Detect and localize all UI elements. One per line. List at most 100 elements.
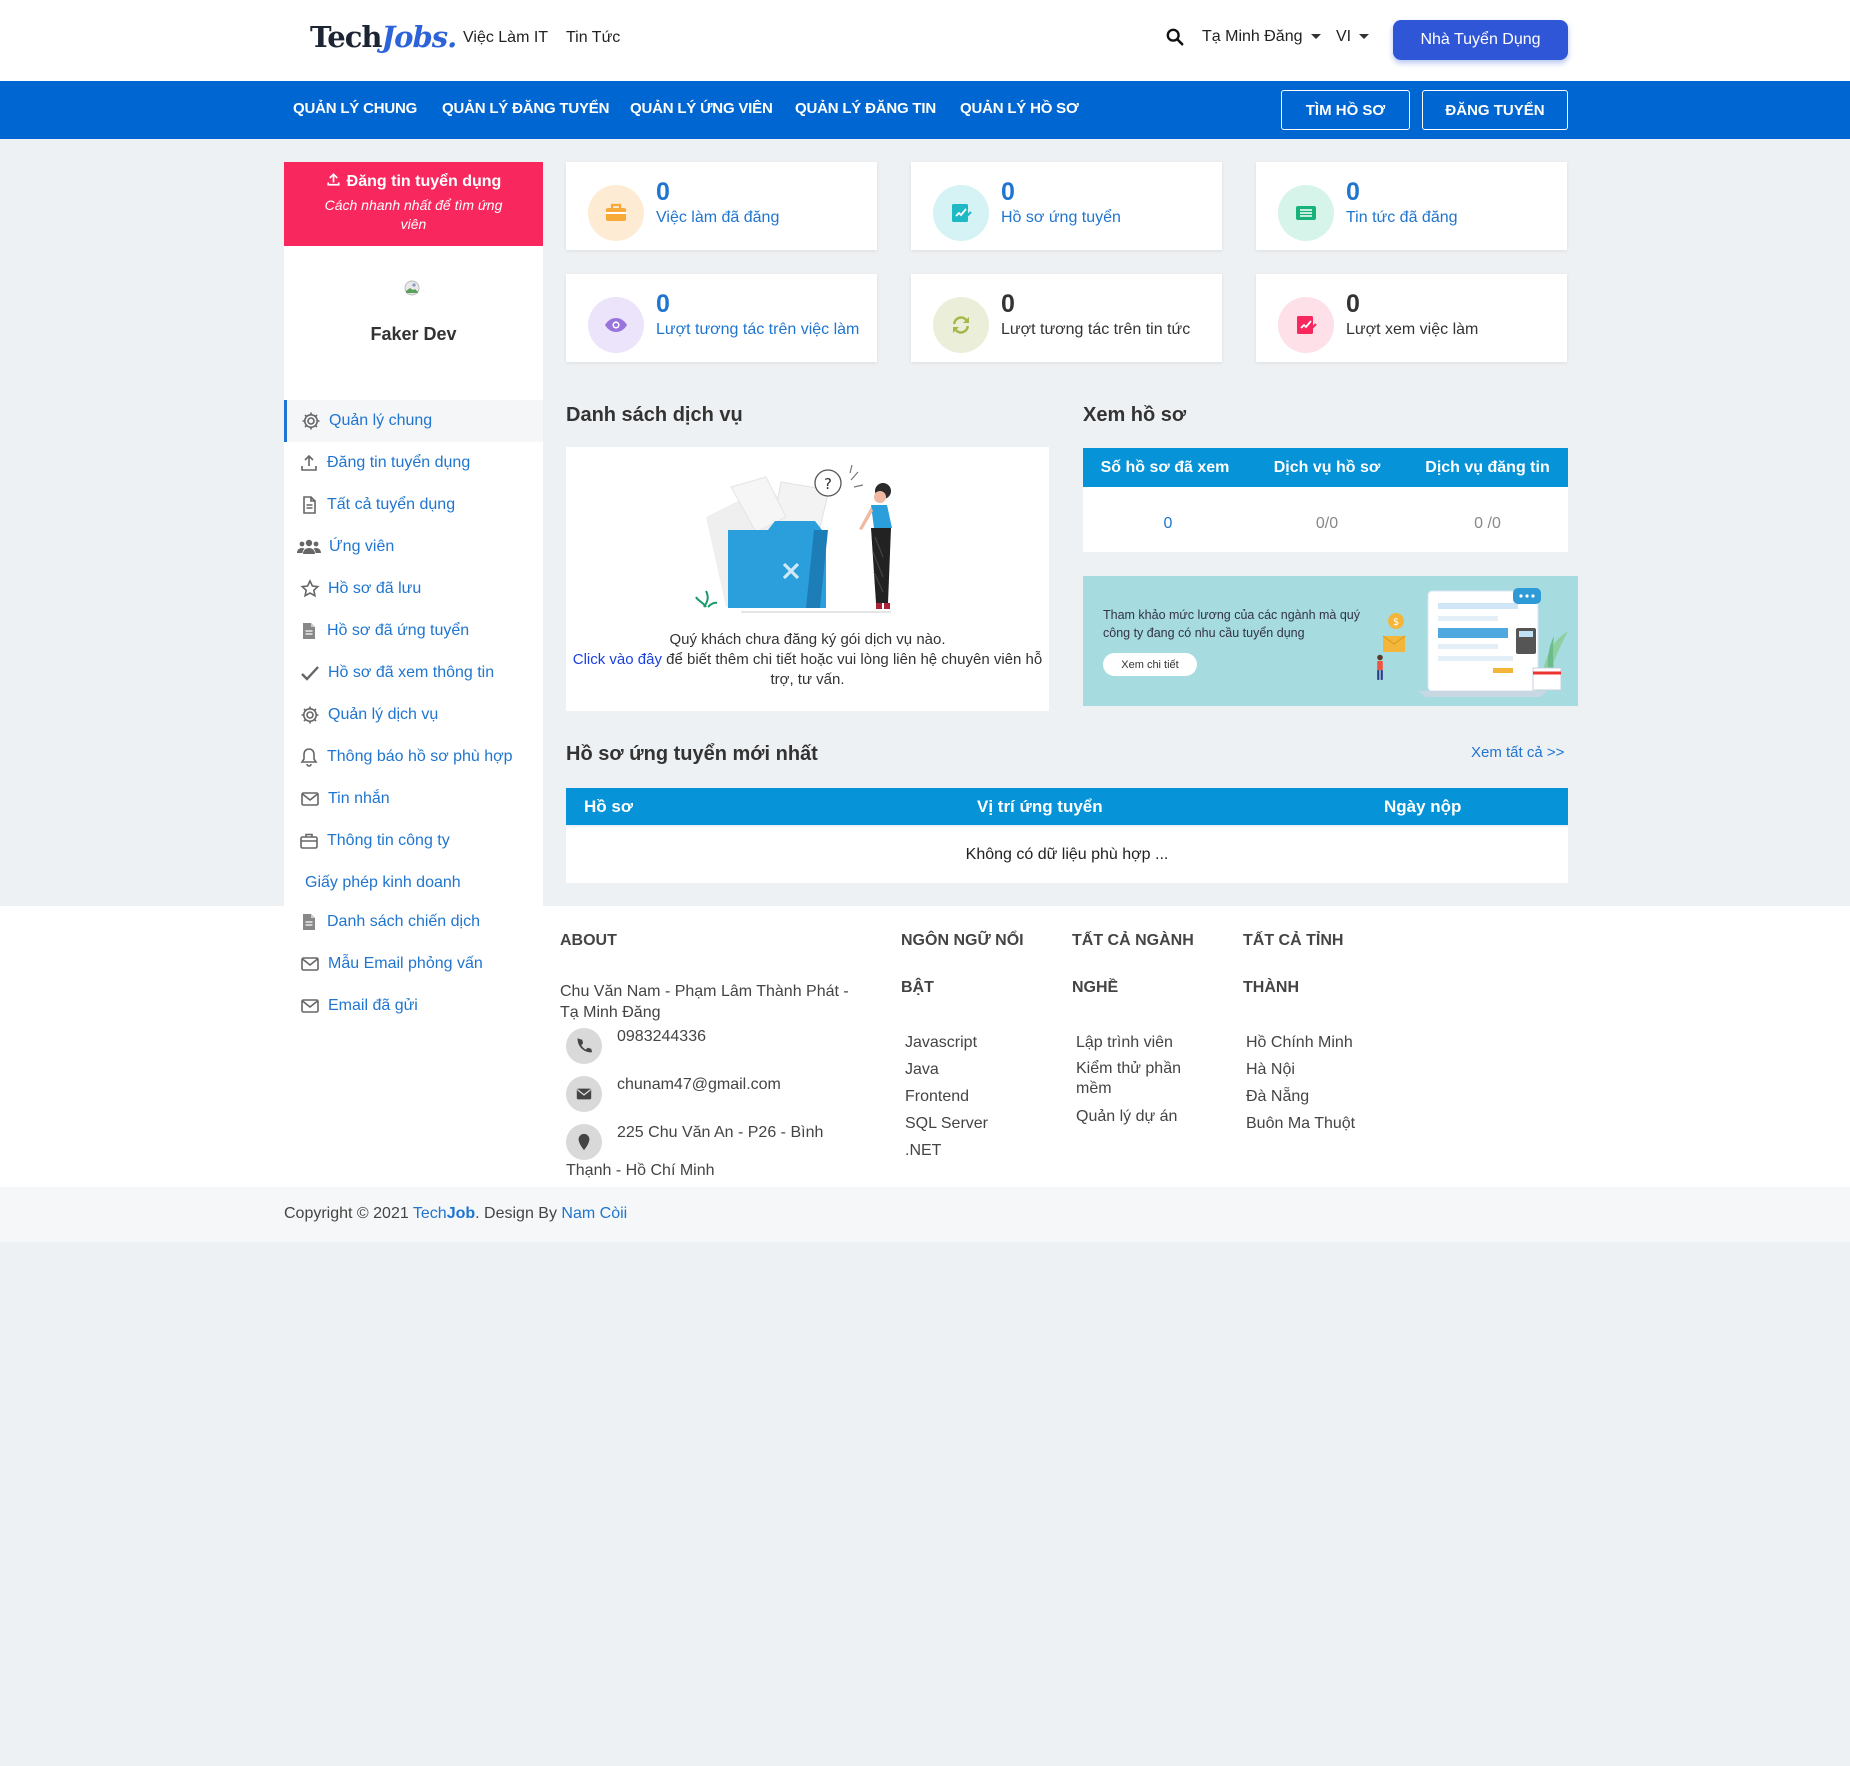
footer-province-link[interactable]: Đà Nẵng [1246,1083,1355,1110]
copyright-bar: Copyright © 2021 TechJob. Design By Nam … [0,1187,1850,1242]
stat-label: Lượt tương tác trên việc làm [656,321,860,338]
stat-value: 0 [1346,290,1360,318]
sidebar-item-label: Email đã gửi [328,997,418,1014]
footer-province-link[interactable]: Buôn Ma Thuột [1246,1110,1355,1137]
footer-language-link[interactable]: .NET [905,1137,988,1164]
salary-banner[interactable]: Tham khảo mức lương của các ngành mà quý… [1083,576,1578,706]
footer-language-link[interactable]: Javascript [905,1029,988,1056]
sidebar-item-sent-emails[interactable]: Email đã gửi [284,985,543,1027]
footer-province-link[interactable]: Hồ Chính Minh [1246,1029,1355,1056]
stat-card-job-views[interactable]: 0 Lượt xem việc làm [1256,274,1567,362]
logo[interactable]: TechJobs. [310,20,457,54]
nav-link-it-jobs[interactable]: Việc Làm IT [463,29,548,47]
banner-text: Tham khảo mức lương của các ngành mà quý… [1103,608,1361,640]
sidebar-item-label: Hồ sơ đã xem thông tin [328,664,495,681]
avatar-icon[interactable] [404,280,420,296]
profiles-col-profile-service: Dịch vụ hồ sơ [1273,459,1381,476]
nav-news-management[interactable]: QUẢN LÝ ĐĂNG TIN [795,100,936,117]
news-icon [1296,206,1316,220]
footer-industry-link[interactable]: Lập trình viên [1076,1029,1196,1056]
sidebar-item-candidates[interactable]: Ứng viên [284,526,543,568]
post-job-button[interactable]: ĐĂNG TUYỂN [1422,90,1568,130]
footer-province-link[interactable]: Hà Nội [1246,1056,1355,1083]
upload-icon [327,173,340,186]
stat-card-news-interactions[interactable]: 0 Lượt tương tác trên tin tức [911,274,1222,362]
nav-post-management[interactable]: QUẢN LÝ ĐĂNG TUYỂN [442,100,609,117]
nav-profile-management[interactable]: QUẢN LÝ HỒ SƠ [960,100,1079,117]
footer-language-link[interactable]: Java [905,1056,988,1083]
sidebar-item-post-job[interactable]: Đăng tin tuyển dụng [284,442,543,484]
sidebar-menu: Quản lý chung Đăng tin tuyển dụng Tất cả… [284,396,543,906]
footer-phone[interactable]: 0983244336 [617,1028,706,1046]
footer-industry-link[interactable]: Quản lý dự án [1076,1103,1196,1130]
star-icon [300,579,320,598]
profiles-viewed-count[interactable]: 0 [1083,487,1253,560]
sidebar-item-business-license[interactable]: Giấy phép kinh doanh [284,862,543,904]
sidebar-item-applied-profiles[interactable]: Hồ sơ đã ứng tuyển [284,610,543,652]
search-icon[interactable] [1166,28,1184,46]
copyright-brand-bold[interactable]: Job [447,1205,475,1222]
stat-label: Lượt xem việc làm [1346,321,1479,338]
stat-icon-circle [1278,185,1334,241]
copyright-prefix: Copyright © 2021 [284,1205,413,1222]
footer-about-title: ABOUT [560,932,617,949]
user-dropdown[interactable]: Tạ Minh Đăng [1202,28,1321,46]
post-job-title-row: Đăng tin tuyển dụng [284,172,543,191]
nav-link-news[interactable]: Tin Tức [566,29,620,47]
profiles-col-viewed: Số hồ sơ đã xem [1100,459,1230,476]
language-dropdown[interactable]: VI [1336,28,1370,46]
footer-industries-list: Lập trình viên Kiểm thử phần mềm Quản lý… [1076,1029,1196,1130]
services-title: Danh sách dịch vụ [566,404,743,426]
services-empty-line1: Quý khách chưa đăng ký gói dịch vụ nào. [669,631,946,648]
services-more-info-link[interactable]: Click vào đây [573,651,662,668]
footer-industries-title: TẤT CẢ NGÀNH [1072,932,1194,949]
footer-languages-title: NGÔN NGỮ NỔI [901,932,1024,949]
banner-detail-button[interactable]: Xem chi tiết [1103,653,1197,676]
sidebar-item-general[interactable]: Quản lý chung [284,400,543,442]
stat-label: Tin tức đã đăng [1346,209,1458,226]
nav-candidate-management[interactable]: QUẢN LÝ ỨNG VIÊN [630,100,773,117]
view-all-link[interactable]: Xem tất cả >> [1471,744,1564,761]
footer-email[interactable]: chunam47@gmail.com [617,1076,781,1094]
sidebar-item-messages[interactable]: Tin nhắn [284,778,543,820]
stat-card-news-posted[interactable]: 0 Tin tức đã đăng [1256,162,1567,250]
footer-industry-link[interactable]: Kiểm thử phần mềm [1076,1056,1196,1103]
check-icon [301,666,319,681]
stat-value: 0 [1001,290,1015,318]
stat-value: 0 [656,178,670,206]
footer-provinces-list: Hồ Chính Minh Hà Nội Đà Nẵng Buôn Ma Thu… [1246,1029,1355,1137]
sidebar-item-interview-email-templates[interactable]: Mẫu Email phỏng vấn [284,943,543,985]
copyright-middle: . Design By [475,1205,562,1222]
footer-languages-list: Javascript Java Frontend SQL Server .NET [905,1029,988,1164]
find-profile-button[interactable]: TÌM HỒ SƠ [1281,90,1410,130]
envelope-icon [301,957,319,971]
sidebar-item-viewed-profiles[interactable]: Hồ sơ đã xem thông tin [284,652,543,694]
sidebar-item-label: Quản lý chung [329,412,433,429]
services-empty-line2: để biết thêm chi tiết hoặc vui lòng liên… [661,651,1043,688]
footer-provinces-title-2: THÀNH [1243,979,1299,996]
stat-icon-circle [588,185,644,241]
nav-general-management[interactable]: QUẢN LÝ CHUNG [293,100,417,117]
post-job-card[interactable]: Đăng tin tuyển dụng Cách nhanh nhất để t… [284,162,543,246]
briefcase-icon [300,833,318,849]
sidebar-item-campaigns[interactable]: Danh sách chiến dịch [284,901,543,943]
employer-button[interactable]: Nhà Tuyển Dụng [1393,20,1568,60]
copyright-author-link[interactable]: Nam Còii [561,1205,627,1222]
sidebar-item-matching-notifications[interactable]: Thông báo hồ sơ phù hợp [284,736,543,778]
svg-text:?: ? [824,475,832,493]
stat-card-job-interactions[interactable]: 0 Lượt tương tác trên việc làm [566,274,877,362]
footer-language-link[interactable]: Frontend [905,1083,988,1110]
footer-language-link[interactable]: SQL Server [905,1110,988,1137]
stat-card-jobs-posted[interactable]: 0 Việc làm đã đăng [566,162,877,250]
sidebar-item-service-management[interactable]: Quản lý dịch vụ [284,694,543,736]
profiles-table-header: Số hồ sơ đã xem Dịch vụ hồ sơ Dịch vụ đă… [1083,448,1568,487]
copyright-brand[interactable]: Tech [413,1205,447,1222]
sidebar-item-label: Quản lý dịch vụ [328,706,439,723]
sidebar-item-all-jobs[interactable]: Tất cả tuyển dụng [284,484,543,526]
envelope-icon [301,792,319,806]
sidebar-item-saved-profiles[interactable]: Hồ sơ đã lưu [284,568,543,610]
sidebar-item-label: Tin nhắn [328,790,390,807]
sidebar-item-label: Hồ sơ đã ứng tuyển [327,622,470,639]
stat-card-applications[interactable]: 0 Hồ sơ ứng tuyển [911,162,1222,250]
sidebar-item-company-info[interactable]: Thông tin công ty [284,820,543,862]
